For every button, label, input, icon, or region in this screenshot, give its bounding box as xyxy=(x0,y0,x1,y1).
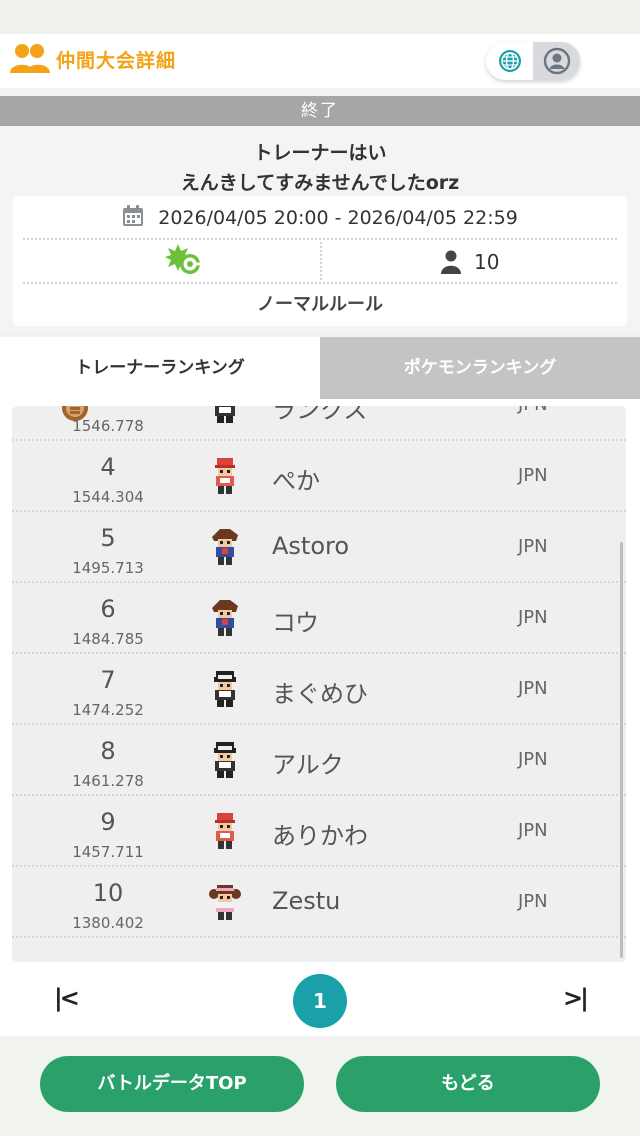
status-bar xyxy=(0,0,640,34)
ranking-row[interactable]: 9 1457.711 ありかわ JPN xyxy=(12,796,626,867)
trainer-name: コウ xyxy=(272,609,320,637)
calendar-icon xyxy=(123,205,144,226)
toggle-account[interactable] xyxy=(533,42,580,80)
rank-number: 8 xyxy=(100,737,116,765)
toggle-global[interactable] xyxy=(486,42,533,80)
trainer-avatar-icon xyxy=(208,882,242,922)
rank-number: 7 xyxy=(100,666,116,694)
rank-number: 10 xyxy=(92,879,124,907)
rating-value: 1380.402 xyxy=(72,914,144,932)
divider xyxy=(23,238,617,240)
tournament-info: トレーナーはい えんきしてすみませんでしたorz 2026/04/05 20:0… xyxy=(0,126,640,332)
ranking-row[interactable]: 5 1495.713 Astoro JPN xyxy=(12,512,626,583)
status-banner: 終了 xyxy=(0,96,640,126)
ranking-row[interactable]: 8 1461.278 アルク JPN xyxy=(12,725,626,796)
tournament-title-line2: えんきしてすみませんでしたorz xyxy=(180,172,460,194)
trainer-avatar-icon xyxy=(208,456,242,496)
trainer-name: まぐめひ xyxy=(272,680,368,708)
globe-icon xyxy=(498,50,521,72)
divider xyxy=(23,282,617,284)
trainer-avatar-icon xyxy=(208,527,242,567)
trainer-name: Zestu xyxy=(272,887,341,915)
ranking-row[interactable]: 10 1380.402 Zestu JPN xyxy=(12,867,626,938)
country-code: JPN xyxy=(518,678,548,699)
trainer-name: ランクス xyxy=(272,406,368,424)
player-count-value: 10 xyxy=(474,250,500,274)
pager-current-page[interactable]: 1 xyxy=(293,974,347,1028)
group-icon xyxy=(10,44,50,73)
trainer-avatar-icon xyxy=(208,669,242,709)
view-toggle[interactable] xyxy=(486,42,580,80)
trainer-name: ありかわ xyxy=(272,822,368,850)
country-code: JPN xyxy=(518,749,548,770)
country-code: JPN xyxy=(518,607,548,628)
header-title-group: 仲間大会詳細 xyxy=(10,43,176,75)
country-code: JPN xyxy=(518,891,548,912)
trainer-name: Astoro xyxy=(272,532,350,560)
tournament-details-card: 2026/04/05 20:00 - 2026/04/05 22:59 10 ノ… xyxy=(13,196,627,326)
country-code: JPN xyxy=(518,820,548,841)
ranking-row[interactable]: 3 1546.778 ランクス JPN xyxy=(12,406,626,441)
tournament-dates: 2026/04/05 20:00 - 2026/04/05 22:59 xyxy=(13,205,627,229)
trainer-avatar-icon xyxy=(208,406,242,425)
account-icon xyxy=(543,47,570,75)
country-code: JPN xyxy=(518,465,548,486)
trainer-avatar-icon xyxy=(208,740,242,780)
app-header: 仲間大会詳細 xyxy=(0,34,640,88)
tournament-date-range: 2026/04/05 20:00 - 2026/04/05 22:59 xyxy=(158,207,518,229)
rating-value: 1546.778 xyxy=(72,417,144,435)
rank-number: 9 xyxy=(100,808,116,836)
battle-data-top-button[interactable]: バトルデータTOP xyxy=(40,1056,304,1112)
pager-first-button[interactable]: |< xyxy=(54,984,80,1012)
rank-number: 4 xyxy=(100,453,116,481)
rating-value: 1474.252 xyxy=(72,701,144,719)
country-code: JPN xyxy=(518,536,548,557)
pager-last-button[interactable]: >| xyxy=(563,984,589,1012)
battle-rule-label: ノーマルルール xyxy=(257,294,383,315)
rating-value: 1484.785 xyxy=(72,630,144,648)
country-code: JPN xyxy=(518,406,548,415)
ranking-row[interactable]: 6 1484.785 コウ JPN xyxy=(12,583,626,654)
player-count: 10 xyxy=(440,250,499,274)
trainer-name: ぺか xyxy=(272,467,320,495)
ranking-tabs: トレーナーランキング ポケモンランキング xyxy=(0,337,640,399)
rating-value: 1457.711 xyxy=(72,843,144,861)
rating-value: 1495.713 xyxy=(72,559,144,577)
footer-bar: バトルデータTOP もどる xyxy=(0,1036,640,1136)
rank-number: 5 xyxy=(100,524,116,552)
tab-pokemon-ranking[interactable]: ポケモンランキング xyxy=(320,337,640,399)
trainer-avatar-icon xyxy=(208,598,242,638)
ranking-row[interactable]: 4 1544.304 ぺか JPN xyxy=(12,441,626,512)
rank-number: 6 xyxy=(100,595,116,623)
back-button[interactable]: もどる xyxy=(336,1056,600,1112)
rating-value: 1461.278 xyxy=(72,772,144,790)
ranking-row[interactable]: 7 1474.252 まぐめひ JPN xyxy=(12,654,626,725)
trainer-name: アルク xyxy=(272,751,344,779)
ranking-list[interactable]: 3 1546.778 ランクス JPN 4 1544.304 ぺか JPN 5 1495.713 A… xyxy=(12,406,626,962)
trainer-avatar-icon xyxy=(208,811,242,851)
page-title: 仲間大会詳細 xyxy=(56,49,177,72)
tournament-title-line1: トレーナーはい xyxy=(253,142,387,164)
rank-number: 3 xyxy=(12,406,204,410)
divider-vertical xyxy=(320,242,322,280)
tab-trainer-ranking[interactable]: トレーナーランキング xyxy=(0,337,320,399)
rating-value: 1544.304 xyxy=(72,488,144,506)
battle-rule-icon xyxy=(165,242,205,282)
scrollbar[interactable] xyxy=(620,542,623,958)
ranking-list-content: 3 1546.778 ランクス JPN 4 1544.304 ぺか JPN 5 1495.713 A… xyxy=(12,406,626,938)
person-icon xyxy=(441,250,461,274)
